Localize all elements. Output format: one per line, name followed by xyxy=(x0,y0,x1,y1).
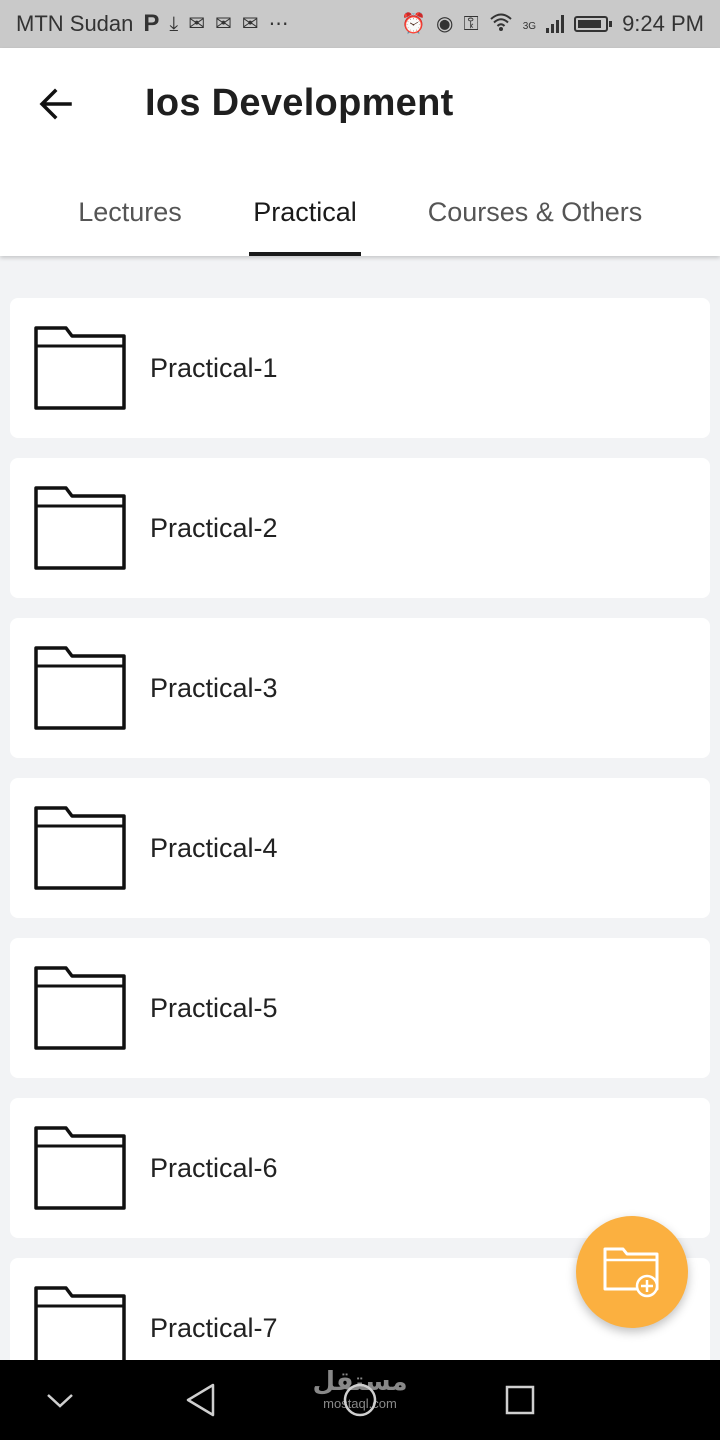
list-item[interactable]: Practical-4 xyxy=(10,778,710,918)
arrow-left-icon xyxy=(39,88,72,120)
key-icon: ⚿ xyxy=(463,13,479,35)
download-icon: ⤓ xyxy=(169,13,179,35)
circle-home-icon xyxy=(343,1383,377,1417)
system-nav-bar: مستقل mostaql.com xyxy=(0,1360,720,1440)
network-type: 3G xyxy=(522,21,537,32)
mail-icon: ✉ xyxy=(215,13,232,35)
list-item-label: Practical-6 xyxy=(150,1152,278,1183)
list-item-label: Practical-5 xyxy=(150,992,278,1023)
folder-icon xyxy=(34,1126,126,1210)
back-button[interactable] xyxy=(28,82,84,126)
mail-icon: ✉ xyxy=(188,13,206,35)
status-bar: MTN Sudan P ⤓ ✉ ✉ ✉ ⋯ ⏰ ◉ ⚿ 3G 9:24 PM xyxy=(0,0,720,48)
folder-icon xyxy=(34,326,126,410)
add-folder-icon xyxy=(603,1247,659,1298)
battery-icon xyxy=(574,16,613,32)
list-item[interactable]: Practical-2 xyxy=(10,458,710,598)
nav-back-button[interactable] xyxy=(176,1376,224,1424)
list-item[interactable]: Practical-5 xyxy=(10,938,710,1078)
list-item[interactable]: Practical-3 xyxy=(10,618,710,758)
signal-icon xyxy=(546,15,565,33)
nav-recents-button[interactable] xyxy=(496,1376,544,1424)
eye-icon: ◉ xyxy=(436,13,454,35)
folder-icon xyxy=(34,1286,126,1370)
folder-icon xyxy=(34,966,126,1050)
folder-icon xyxy=(34,486,126,570)
gmail-icon: ✉ xyxy=(241,13,259,35)
add-folder-button[interactable] xyxy=(576,1216,688,1328)
triangle-back-icon xyxy=(186,1383,215,1417)
more-notifications-icon: ⋯ xyxy=(268,13,289,35)
list-item[interactable]: Practical-1 xyxy=(10,298,710,438)
hide-keyboard-button[interactable] xyxy=(36,1376,84,1424)
folder-icon xyxy=(34,646,126,730)
app-bar: Ios Development Lectures Practical Cours… xyxy=(0,48,720,256)
wifi-icon xyxy=(489,12,513,36)
list-item[interactable]: Practical-6 xyxy=(10,1098,710,1238)
chevron-down-icon xyxy=(47,1394,73,1408)
list-item-label: Practical-1 xyxy=(150,352,278,383)
square-recents-icon xyxy=(505,1385,535,1415)
paypal-icon: P xyxy=(143,10,160,37)
tab-lectures[interactable]: Lectures xyxy=(60,168,200,256)
tab-bar: Lectures Practical Courses & Others xyxy=(0,168,720,256)
list-item-label: Practical-2 xyxy=(150,512,278,543)
list-item-label: Practical-4 xyxy=(150,832,278,863)
nav-home-button[interactable] xyxy=(336,1376,384,1424)
alarm-icon: ⏰ xyxy=(401,13,427,35)
tab-practical[interactable]: Practical xyxy=(240,168,370,256)
folder-icon xyxy=(34,806,126,890)
tab-courses-others[interactable]: Courses & Others xyxy=(410,168,660,256)
page-title: Ios Development xyxy=(145,82,454,124)
list-item-label: Practical-3 xyxy=(150,672,278,703)
status-time: 9:24 PM xyxy=(622,11,704,36)
active-tab-indicator xyxy=(249,252,361,256)
carrier-name: MTN Sudan xyxy=(16,11,134,36)
